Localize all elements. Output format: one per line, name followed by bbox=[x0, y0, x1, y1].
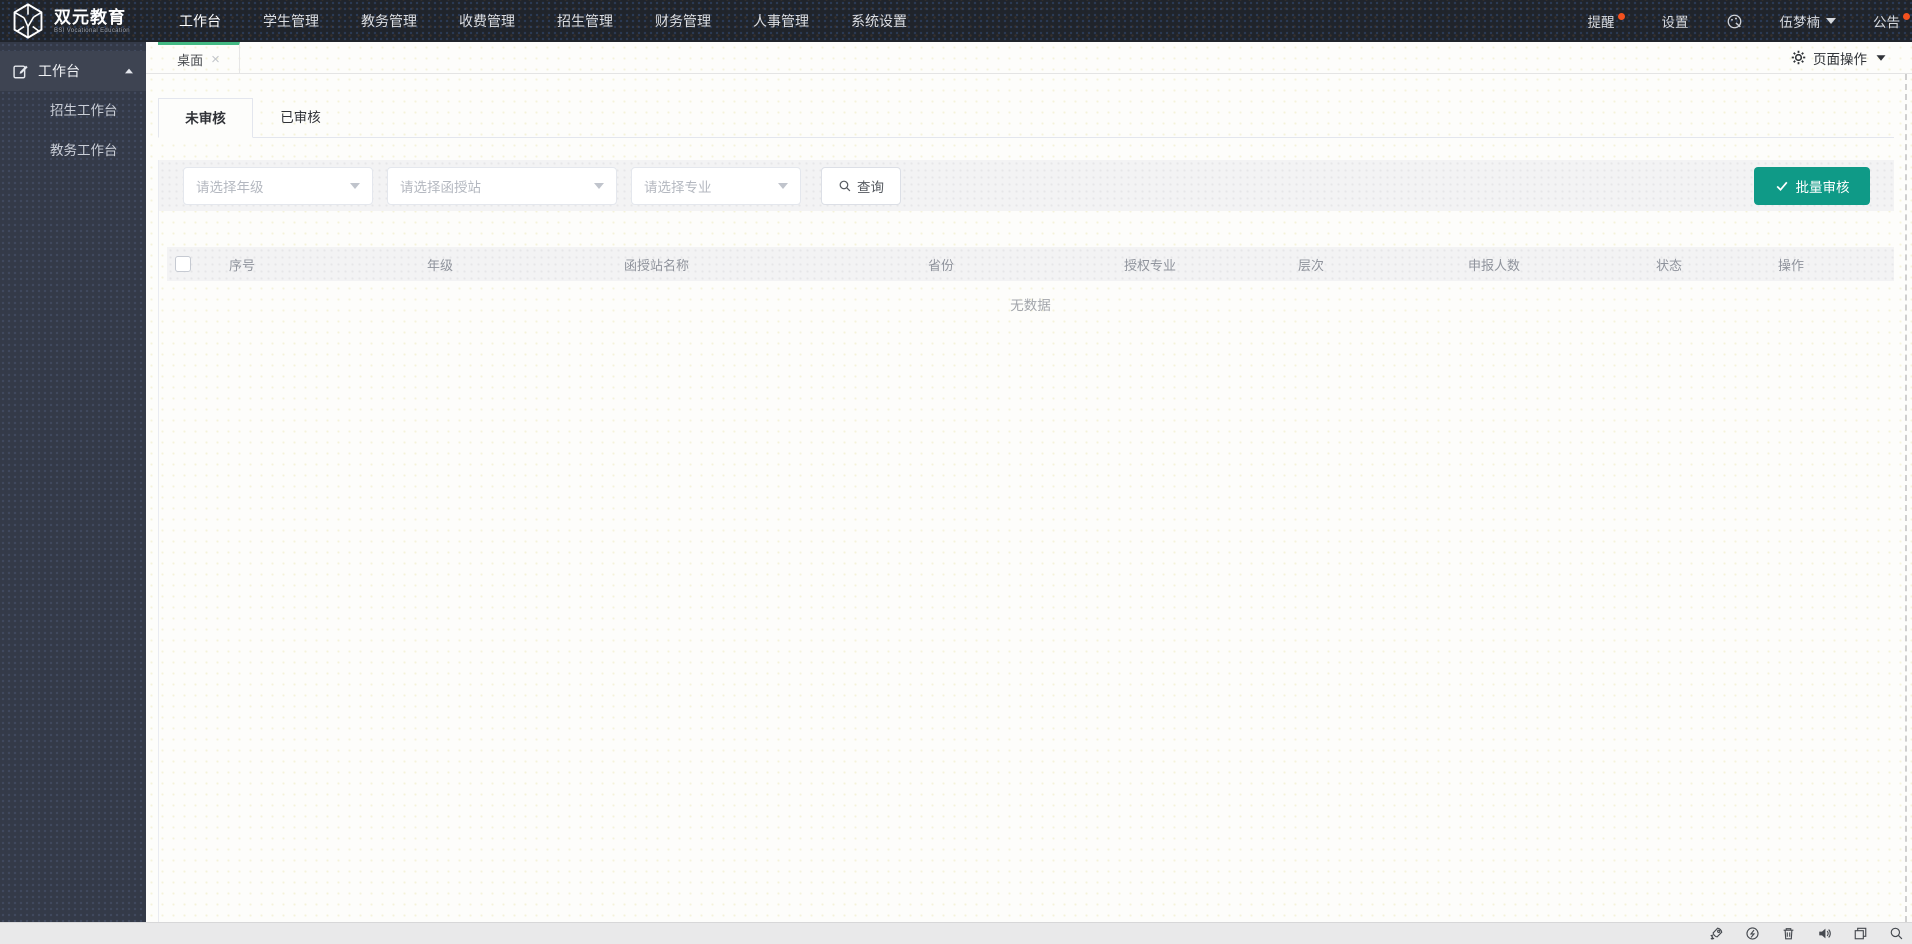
sidebar-group-workbench[interactable]: 工作台 bbox=[0, 51, 146, 91]
topbar-right: 提醒 设置 伍梦楠 公告 bbox=[1588, 11, 1912, 31]
major-select-placeholder: 请选择专业 bbox=[644, 179, 712, 195]
sidebar: 工作台 招生工作台 教务工作台 bbox=[0, 42, 146, 922]
station-select-placeholder: 请选择函授站 bbox=[400, 179, 481, 195]
brand-subtitle: BSI Vocational Education bbox=[54, 26, 131, 34]
chevron-up-icon bbox=[125, 68, 133, 74]
col-serial: 序号 bbox=[229, 257, 256, 273]
overlap-windows-icon[interactable] bbox=[1853, 926, 1868, 941]
page-tabbar: 桌面 × 页面操作 bbox=[146, 42, 1912, 74]
audit-table: 序号 年级 函授站名称 省份 授权专业 层次 申报人数 状态 操作 无数据 bbox=[167, 247, 1894, 314]
username: 伍梦楠 bbox=[1779, 15, 1821, 30]
search-icon bbox=[839, 180, 851, 191]
brand-name: 双元教育 bbox=[54, 7, 126, 27]
compose-icon bbox=[13, 65, 28, 78]
nav-item-system-settings[interactable]: 系统设置 bbox=[830, 0, 928, 42]
chevron-down-icon bbox=[1826, 18, 1836, 24]
announcement-menu[interactable]: 公告 bbox=[1873, 11, 1910, 31]
announcement-label: 公告 bbox=[1873, 15, 1900, 30]
col-grade: 年级 bbox=[427, 257, 454, 273]
select-all-checkbox[interactable] bbox=[175, 256, 191, 273]
filter-bar: 请选择年级 请选择函授站 请选择专业 查询 批量审核 bbox=[159, 160, 1894, 211]
brand-logo-icon bbox=[13, 3, 43, 39]
query-button[interactable]: 查询 bbox=[821, 166, 901, 205]
chevron-down-icon bbox=[1876, 54, 1886, 61]
rocket-icon[interactable] bbox=[1709, 926, 1724, 941]
trash-icon[interactable] bbox=[1781, 926, 1796, 941]
nav-item-hr[interactable]: 人事管理 bbox=[732, 0, 830, 42]
notice-badge-dot bbox=[1617, 12, 1625, 20]
boost-icon[interactable] bbox=[1745, 926, 1760, 941]
nav-item-admission[interactable]: 招生管理 bbox=[536, 0, 634, 42]
query-button-label: 查询 bbox=[857, 179, 884, 195]
col-status: 状态 bbox=[1656, 257, 1683, 273]
app-window: 双元教育 BSI Vocational Education 工作台 学生管理 教… bbox=[0, 0, 1912, 944]
bottom-taskbar bbox=[0, 922, 1912, 944]
batch-audit-button[interactable]: 批量审核 bbox=[1754, 166, 1870, 205]
nav-item-workbench[interactable]: 工作台 bbox=[158, 0, 242, 42]
magnifier-icon[interactable] bbox=[1889, 926, 1904, 941]
empty-state-text: 无数据 bbox=[1010, 298, 1051, 313]
settings-menu[interactable]: 设置 bbox=[1662, 11, 1689, 31]
major-select[interactable]: 请选择专业 bbox=[631, 166, 801, 205]
page-actions-label: 页面操作 bbox=[1813, 51, 1867, 67]
grade-select[interactable]: 请选择年级 bbox=[183, 166, 373, 205]
page-tab-label: 桌面 bbox=[177, 52, 204, 68]
scrollbar[interactable] bbox=[1905, 74, 1907, 922]
sidebar-item-academic-workbench[interactable]: 教务工作台 bbox=[0, 131, 146, 171]
theme-menu[interactable] bbox=[1726, 13, 1743, 30]
main-content: 未审核 已审核 请选择年级 请选择函授站 请选择专业 查询 批量审核 序号 年级… bbox=[146, 74, 1912, 943]
brand: 双元教育 BSI Vocational Education bbox=[0, 2, 158, 40]
notice-label: 提醒 bbox=[1587, 15, 1615, 30]
subtab-unaudited[interactable]: 未审核 bbox=[158, 98, 253, 138]
palette-icon bbox=[1727, 14, 1741, 28]
grade-select-placeholder: 请选择年级 bbox=[196, 179, 264, 195]
chevron-down-icon bbox=[778, 182, 788, 189]
gear-icon bbox=[1791, 50, 1806, 65]
sidebar-group-label: 工作台 bbox=[38, 63, 80, 79]
station-select[interactable]: 请选择函授站 bbox=[387, 166, 617, 205]
col-level: 层次 bbox=[1298, 257, 1325, 273]
page-tab-desktop[interactable]: 桌面 × bbox=[158, 42, 240, 73]
nav-item-fees[interactable]: 收费管理 bbox=[438, 0, 536, 42]
notice-menu[interactable]: 提醒 bbox=[1588, 11, 1625, 31]
col-actions: 操作 bbox=[1778, 257, 1805, 273]
page-actions-dropdown[interactable]: 页面操作 bbox=[1777, 42, 1912, 73]
settings-label: 设置 bbox=[1661, 15, 1689, 30]
col-province: 省份 bbox=[928, 257, 955, 273]
sidebar-item-admission-workbench[interactable]: 招生工作台 bbox=[0, 91, 146, 131]
check-icon bbox=[1776, 181, 1787, 191]
col-applicant-count: 申报人数 bbox=[1468, 257, 1521, 273]
nav-item-academic[interactable]: 教务管理 bbox=[340, 0, 438, 42]
col-station-name: 函授站名称 bbox=[624, 257, 690, 273]
subtab-audited[interactable]: 已审核 bbox=[253, 98, 348, 137]
top-nav: 工作台 学生管理 教务管理 收费管理 招生管理 财务管理 人事管理 系统设置 bbox=[158, 0, 928, 42]
speaker-icon[interactable] bbox=[1817, 926, 1832, 941]
announcement-badge-dot bbox=[1903, 12, 1910, 20]
user-menu[interactable]: 伍梦楠 bbox=[1779, 11, 1836, 31]
table-header-row: 序号 年级 函授站名称 省份 授权专业 层次 申报人数 状态 操作 bbox=[167, 247, 1894, 281]
nav-item-students[interactable]: 学生管理 bbox=[242, 0, 340, 42]
audit-subtabs: 未审核 已审核 bbox=[158, 98, 1894, 138]
chevron-down-icon bbox=[350, 182, 360, 189]
nav-item-finance[interactable]: 财务管理 bbox=[634, 0, 732, 42]
topbar: 双元教育 BSI Vocational Education 工作台 学生管理 教… bbox=[0, 0, 1912, 42]
chevron-down-icon bbox=[594, 182, 604, 189]
col-authorized-major: 授权专业 bbox=[1124, 257, 1177, 273]
close-icon[interactable]: × bbox=[211, 52, 220, 67]
batch-audit-label: 批量审核 bbox=[1795, 179, 1850, 195]
audit-panel: 请选择年级 请选择函授站 请选择专业 查询 批量审核 序号 年级 函授站名称 省… bbox=[158, 160, 1894, 943]
